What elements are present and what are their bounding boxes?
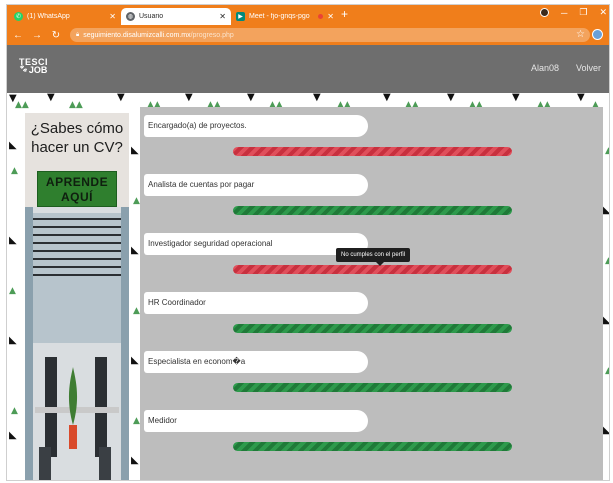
url-path: /progreso.php xyxy=(190,31,234,39)
aprende-aqui-button[interactable]: Aprende aquí xyxy=(37,171,117,207)
site-header: TESCI 🐾︎ JOB Alan08 Volver xyxy=(7,45,609,93)
svg-text:◣: ◣ xyxy=(131,145,139,156)
banner-question: ¿Sabes cómo hacer un CV? xyxy=(30,120,124,156)
svg-text:▼: ▼ xyxy=(577,93,585,103)
bookmark-star-icon[interactable]: ☆ xyxy=(576,29,585,40)
svg-text:◣: ◣ xyxy=(131,355,139,366)
match-bar-yes[interactable] xyxy=(233,206,512,215)
restore-icon[interactable]: ❐ xyxy=(579,7,587,18)
job-name[interactable]: Investigador seguridad operacional xyxy=(144,233,368,255)
job-name[interactable]: Medidor xyxy=(144,410,368,432)
job-name[interactable]: Especialista en econom�a xyxy=(144,351,368,373)
tooltip-arrow xyxy=(376,262,384,266)
close-window-icon[interactable]: ✕ xyxy=(599,7,607,18)
svg-text:▲: ▲ xyxy=(605,366,610,376)
profile-icon[interactable] xyxy=(539,8,549,17)
match-bar-yes[interactable] xyxy=(233,324,512,333)
svg-text:▼: ▼ xyxy=(447,93,455,103)
svg-text:◣: ◣ xyxy=(603,425,610,436)
address-bar[interactable]: 🔒︎ seguimiento.disalumizcalli.com.mx/pro… xyxy=(70,28,590,42)
whatsapp-icon: ✆ xyxy=(14,12,23,21)
svg-text:▲: ▲ xyxy=(11,406,18,416)
browser-window: ✆ (1) WhatsApp ✕ ◍ Usuario ✕ ▶ Meet - fj… xyxy=(6,4,610,481)
svg-text:◣: ◣ xyxy=(603,315,610,326)
job-row: Medidor xyxy=(140,402,603,461)
job-row: Analista de cuentas por pagar xyxy=(140,166,603,225)
svg-text:▲: ▲ xyxy=(9,286,16,296)
minimize-icon[interactable]: ─ xyxy=(561,8,567,18)
svg-text:▼: ▼ xyxy=(9,93,17,104)
job-name[interactable]: Encargado(a) de proyectos. xyxy=(144,115,368,137)
svg-text:▲▲: ▲▲ xyxy=(69,100,83,110)
svg-text:▼: ▼ xyxy=(313,93,321,103)
svg-text:▼: ▼ xyxy=(47,93,55,103)
svg-text:▲: ▲ xyxy=(133,306,140,316)
match-bar-no[interactable] xyxy=(233,265,512,274)
profile-tooltip: No cumples con el perfil xyxy=(336,248,411,266)
meet-icon: ▶ xyxy=(236,12,245,21)
close-tab-icon[interactable]: ✕ xyxy=(327,12,334,21)
main-content: ▲▲▲▲▲▲▲▲▲▲▲▲▲▲▲▲▲▲▲ ▲▲▲▲▲▲ ▲▲▲ ▼▼▼▼▼▼▼▼▼… xyxy=(7,93,610,480)
lock-icon: 🔒︎ xyxy=(76,31,80,38)
back-link[interactable]: Volver xyxy=(576,63,601,73)
tab-title: Usuario xyxy=(139,13,164,20)
tab-whatsapp[interactable]: ✆ (1) WhatsApp ✕ xyxy=(9,8,121,25)
address-toolbar: ← → ↻ 🔒︎ seguimiento.disalumizcalli.com.… xyxy=(7,25,609,45)
tab-usuario[interactable]: ◍ Usuario ✕ xyxy=(121,8,231,25)
recording-icon xyxy=(318,14,324,19)
svg-text:◣: ◣ xyxy=(131,455,139,466)
svg-text:▼: ▼ xyxy=(383,93,391,103)
tescijob-logo[interactable]: TESCI 🐾︎ JOB xyxy=(19,58,48,75)
job-row: HR Coordinador xyxy=(140,284,603,343)
svg-text:◣: ◣ xyxy=(9,235,17,246)
match-bar-yes[interactable] xyxy=(233,442,512,451)
svg-text:◣: ◣ xyxy=(9,430,17,441)
forward-arrow-icon[interactable]: → xyxy=(29,30,45,41)
globe-icon: ◍ xyxy=(126,12,135,21)
paw-icon: 🐾︎ xyxy=(19,66,28,73)
close-tab-icon[interactable]: ✕ xyxy=(219,12,226,21)
cv-banner[interactable]: ¿Sabes cómo hacer un CV? Aprende aquí xyxy=(25,113,129,480)
job-name[interactable]: Analista de cuentas por pagar xyxy=(144,174,368,196)
svg-text:◣: ◣ xyxy=(9,335,17,346)
user-name[interactable]: Alan08 xyxy=(531,63,559,73)
job-row: Encargado(a) de proyectos. xyxy=(140,107,603,166)
new-tab-button[interactable]: + xyxy=(341,7,348,21)
tab-strip: ✆ (1) WhatsApp ✕ ◍ Usuario ✕ ▶ Meet - fj… xyxy=(7,5,609,25)
match-bar-yes[interactable] xyxy=(233,383,512,392)
match-bar-no[interactable] xyxy=(233,147,512,156)
extension-icon[interactable] xyxy=(592,29,603,40)
svg-text:▼: ▼ xyxy=(185,93,193,103)
job-row: Especialista en econom�a xyxy=(140,343,603,402)
svg-text:▼: ▼ xyxy=(512,93,520,103)
tooltip-text: No cumples con el perfil xyxy=(341,252,406,258)
tab-title: (1) WhatsApp xyxy=(27,13,70,20)
svg-text:◣: ◣ xyxy=(131,245,139,256)
office-illustration xyxy=(25,207,129,480)
reload-icon[interactable]: ↻ xyxy=(48,30,64,41)
jobs-panel: Encargado(a) de proyectos. Analista de c… xyxy=(140,107,603,480)
job-name[interactable]: HR Coordinador xyxy=(144,292,368,314)
tab-title: Meet - fjo-gnqs-pgo xyxy=(249,13,310,20)
logo-text-bottom: JOB xyxy=(28,65,48,75)
svg-text:▼: ▼ xyxy=(247,93,255,103)
svg-text:▲: ▲ xyxy=(605,256,610,266)
back-arrow-icon[interactable]: ← xyxy=(10,30,26,41)
svg-text:▲: ▲ xyxy=(133,416,140,426)
svg-text:▼: ▼ xyxy=(117,93,125,103)
svg-text:◣: ◣ xyxy=(9,140,17,151)
tab-meet[interactable]: ▶ Meet - fjo-gnqs-pgo ✕ xyxy=(231,8,339,25)
url-domain: seguimiento.disalumizcalli.com.mx xyxy=(83,31,191,39)
close-tab-icon[interactable]: ✕ xyxy=(109,12,116,21)
svg-text:◣: ◣ xyxy=(603,205,610,216)
svg-text:▲: ▲ xyxy=(11,166,18,176)
svg-text:▲▲: ▲▲ xyxy=(15,100,29,110)
svg-text:▲: ▲ xyxy=(605,146,610,156)
svg-text:▲: ▲ xyxy=(133,196,140,206)
window-controls: ─ ❐ ✕ xyxy=(539,7,607,18)
